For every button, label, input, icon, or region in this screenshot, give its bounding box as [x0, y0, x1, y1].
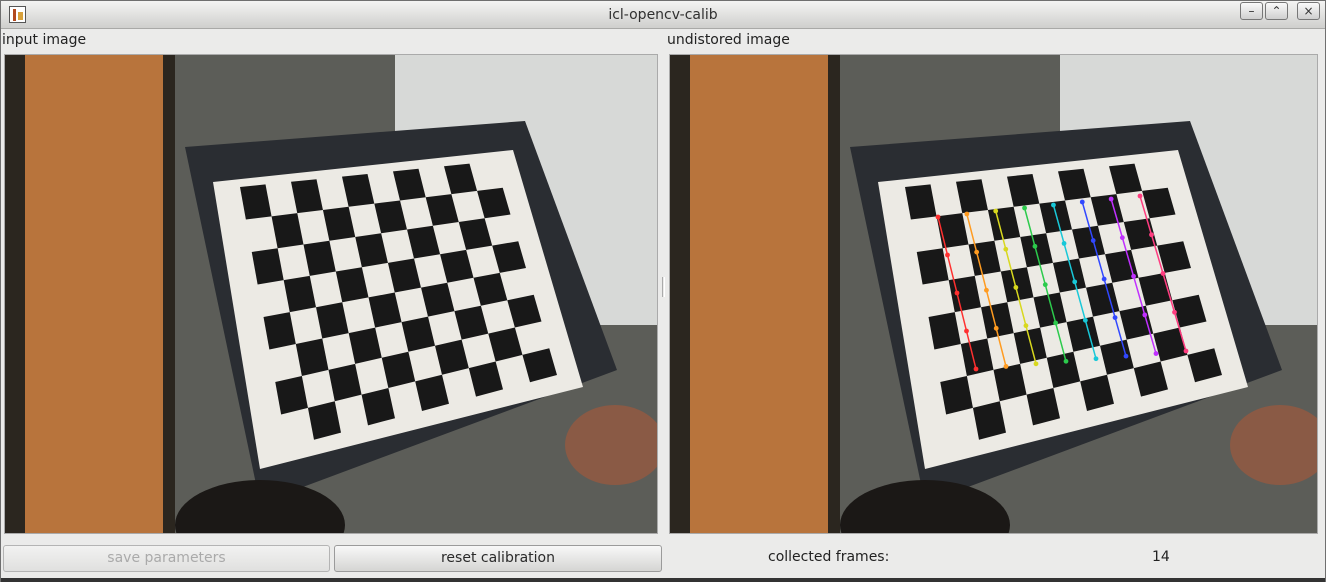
- corner-point: [1082, 317, 1088, 323]
- corner-point: [1160, 271, 1166, 276]
- window-title: icl-opencv-calib: [608, 7, 718, 23]
- corner-point: [1003, 364, 1009, 369]
- corner-point: [1123, 353, 1129, 359]
- wooden-board: [690, 55, 828, 533]
- corner-point: [1172, 309, 1177, 315]
- close-button[interactable]: ×: [1297, 2, 1320, 20]
- undistorted-scene: [670, 55, 1317, 533]
- corner-point: [1119, 235, 1125, 241]
- minimize-button[interactable]: –: [1240, 2, 1263, 20]
- corner-point: [1013, 285, 1019, 290]
- corner-point: [1108, 196, 1114, 202]
- corner-point: [1149, 232, 1154, 238]
- corner-point: [964, 328, 969, 334]
- corner-point: [1090, 238, 1096, 243]
- close-icon: ×: [1303, 4, 1314, 18]
- corner-point: [1051, 202, 1056, 208]
- corner-point: [1072, 279, 1078, 285]
- corner-point: [1153, 351, 1159, 356]
- input-scene: [5, 55, 657, 533]
- corner-point: [993, 208, 999, 214]
- corner-point: [993, 325, 999, 331]
- collected-frames-label: collected frames:: [768, 549, 890, 565]
- corner-point: [974, 249, 980, 255]
- corner-point: [1042, 282, 1048, 288]
- corner-point: [1137, 193, 1143, 199]
- application-window: icl-opencv-calib – ⌃ × input image undis…: [0, 0, 1326, 582]
- corner-point: [1053, 320, 1059, 326]
- corner-point: [984, 287, 989, 293]
- title-bar[interactable]: icl-opencv-calib – ⌃ ×: [1, 1, 1325, 29]
- save-parameters-button[interactable]: save parameters: [3, 545, 330, 572]
- corner-point: [1003, 246, 1009, 252]
- input-image-label: input image: [2, 32, 87, 48]
- undistorted-image-view: [669, 54, 1318, 534]
- corner-point: [1022, 205, 1027, 211]
- corner-point: [1023, 323, 1029, 329]
- reset-calibration-button[interactable]: reset calibration: [334, 545, 662, 572]
- corner-point: [1063, 358, 1069, 364]
- corner-point: [964, 211, 970, 217]
- corner-point: [954, 290, 960, 296]
- corner-point: [1032, 243, 1038, 249]
- corner-point: [945, 252, 950, 258]
- corner-point: [1183, 348, 1189, 354]
- corner-point: [1101, 276, 1107, 282]
- window-bottom-border: [1, 578, 1325, 582]
- minimize-icon: –: [1248, 4, 1255, 18]
- corner-point: [1142, 312, 1148, 318]
- maximize-button[interactable]: ⌃: [1265, 2, 1288, 20]
- maximize-icon: ⌃: [1271, 4, 1282, 18]
- corner-point: [1079, 199, 1085, 205]
- corner-point: [1061, 241, 1067, 246]
- corner-point: [1112, 315, 1118, 321]
- undistorted-image-label: undistored image: [667, 32, 790, 48]
- corner-point: [935, 214, 941, 220]
- corner-point: [1093, 356, 1099, 362]
- wooden-board: [25, 55, 163, 533]
- corner-point: [1033, 361, 1039, 367]
- collected-frames-value: 14: [1152, 549, 1170, 565]
- panel-splitter[interactable]: [662, 277, 665, 297]
- input-image-view: [4, 54, 658, 534]
- corner-point: [973, 366, 979, 372]
- corner-point: [1131, 273, 1136, 279]
